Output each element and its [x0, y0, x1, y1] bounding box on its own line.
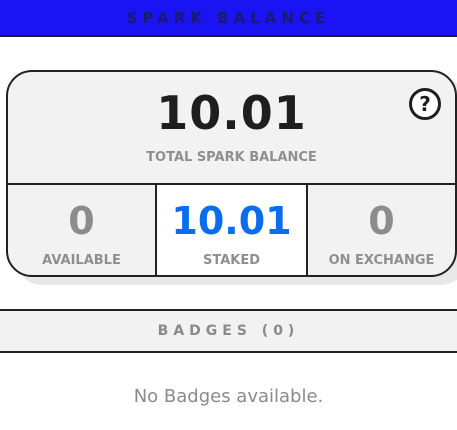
on-exchange-value: 0: [368, 199, 395, 243]
staked-label: STAKED: [202, 253, 261, 268]
header-bar: SPARK BALANCE: [0, 0, 457, 37]
staked-stat: 10.01 STAKED: [157, 185, 308, 275]
spark-balance-page: SPARK BALANCE 10.01 TOTAL SPARK BALANCE …: [0, 0, 457, 430]
available-stat: 0 AVAILABLE: [8, 185, 157, 275]
on-exchange-label: ON EXCHANGE: [328, 253, 435, 268]
badges-title: BADGES (0): [157, 323, 300, 339]
available-label: AVAILABLE: [42, 253, 121, 268]
total-balance-value: 10.01: [156, 86, 307, 140]
available-value: 0: [68, 199, 95, 243]
staked-value: 10.01: [171, 199, 292, 243]
balance-card: 10.01 TOTAL SPARK BALANCE ? 0 AVAILABLE …: [6, 70, 457, 277]
total-balance-section: 10.01 TOTAL SPARK BALANCE ?: [8, 72, 455, 185]
help-icon[interactable]: ?: [409, 88, 441, 120]
badges-section-header: BADGES (0): [0, 309, 457, 353]
page-title: SPARK BALANCE: [126, 8, 331, 27]
badges-empty-message: No Badges available.: [133, 386, 324, 407]
total-balance-label: TOTAL SPARK BALANCE: [146, 150, 317, 165]
on-exchange-stat: 0 ON EXCHANGE: [308, 185, 455, 275]
balance-breakdown: 0 AVAILABLE 10.01 STAKED 0 ON EXCHANGE: [8, 185, 455, 275]
